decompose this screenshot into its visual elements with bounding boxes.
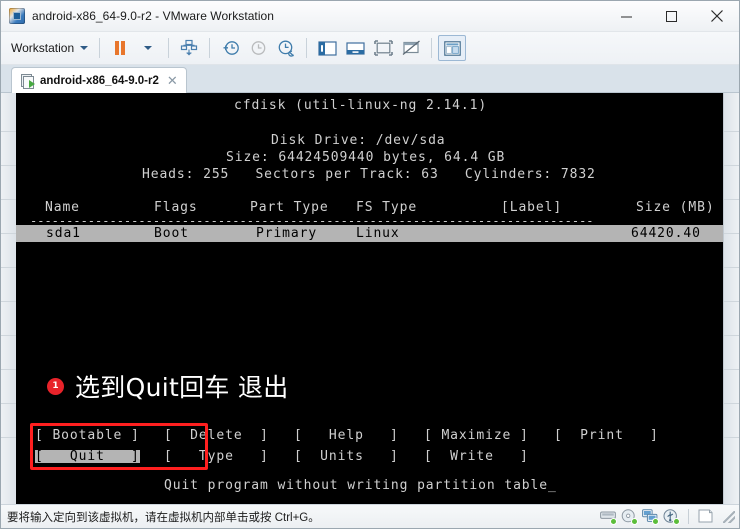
partition-part-type: Primary: [256, 226, 318, 241]
close-icon: [710, 10, 723, 22]
workstation-menu-button[interactable]: Workstation: [7, 38, 93, 58]
toolbar-separator: [99, 38, 101, 58]
main-toolbar: Workstation: [1, 32, 739, 65]
status-message-log-icon[interactable]: [698, 509, 714, 524]
show-thumbnail-bar-button[interactable]: [341, 35, 369, 61]
status-usb-icon[interactable]: [663, 509, 680, 525]
disk-geometry-line: Heads: 255 Sectors per Track: 63 Cylinde…: [142, 167, 596, 182]
menu-item-print[interactable]: [ Print ]: [554, 429, 659, 442]
snapshot-add-icon: [223, 41, 239, 55]
pause-vm-button[interactable]: [106, 35, 134, 61]
snapshot-manager-icon: [181, 39, 198, 56]
annotation-badge: 1: [47, 377, 64, 395]
snapshot-manager-button[interactable]: [272, 35, 300, 61]
thumbnail-bar-icon: [346, 41, 365, 55]
partition-name: sda1: [46, 226, 81, 241]
disk-drive-line: Disk Drive: /dev/sda: [271, 133, 446, 148]
take-snapshot-button[interactable]: [216, 35, 244, 61]
status-message: 要将输入定向到该虚拟机，请在虚拟机内部单击或按 Ctrl+G。: [7, 511, 320, 524]
minimize-button[interactable]: [604, 1, 649, 31]
toolbar-separator: [209, 38, 211, 58]
column-header-label: [Label]: [501, 200, 563, 215]
full-screen-button[interactable]: [369, 35, 397, 61]
console-view-button[interactable]: [438, 35, 467, 61]
column-header-size: Size (MB): [636, 200, 715, 215]
cfdisk-help-line: Quit program without writing partition t…: [164, 478, 557, 493]
close-button[interactable]: [694, 1, 739, 31]
snapshot-wrench-icon: [278, 40, 294, 57]
annotation-step-1: 1 选到Quit回车 退出: [47, 368, 289, 404]
status-device-icons: [600, 509, 735, 525]
vm-tab-android-x86[interactable]: android-x86_64-9.0-r2 ✕: [11, 67, 187, 93]
cfdisk-app-title: cfdisk (util-linux-ng 2.14.1): [234, 98, 488, 113]
maximize-icon: [666, 10, 677, 22]
window-title: android-x86_64-9.0-r2 - VMware Workstati…: [32, 9, 274, 23]
chevron-down-icon: [80, 46, 89, 50]
column-header-flags: Flags: [154, 200, 198, 215]
vm-tab-strip: android-x86_64-9.0-r2 ✕: [1, 65, 739, 93]
menu-item-help[interactable]: [ Help ]: [294, 429, 399, 442]
status-separator: [688, 509, 689, 524]
maximize-button[interactable]: [649, 1, 694, 31]
resize-grip[interactable]: [723, 510, 735, 523]
manage-snapshots-button[interactable]: [175, 35, 203, 61]
toolbar-separator: [306, 38, 308, 58]
annotation-highlight-box-quit: [30, 423, 208, 470]
window-controls: [604, 1, 739, 31]
vmware-workstation-window: android-x86_64-9.0-r2 - VMware Workstati…: [0, 0, 740, 529]
partition-size: 64420.40: [631, 226, 701, 241]
sidebar-panel-icon: [318, 40, 337, 56]
vm-console-area[interactable]: cfdisk (util-linux-ng 2.14.1) Disk Drive…: [1, 93, 739, 504]
menu-item-write[interactable]: [ Write ]: [424, 450, 529, 463]
annotation-text: 选到Quit回车 退出: [75, 373, 289, 402]
close-icon[interactable]: ✕: [165, 74, 180, 87]
minimize-icon: [621, 16, 632, 17]
chevron-down-icon: [144, 46, 153, 50]
status-bar: 要将输入定向到该虚拟机，请在虚拟机内部单击或按 Ctrl+G。: [1, 504, 739, 528]
menu-item-maximize[interactable]: [ Maximize ]: [424, 429, 529, 442]
status-harddisk-icon[interactable]: [600, 509, 617, 525]
vmware-logo-icon: [9, 8, 25, 24]
partition-row-sda1[interactable]: sda1 Boot Primary Linux 64420.40: [16, 225, 723, 242]
disk-size-line: Size: 64424509440 bytes, 64.4 GB: [226, 150, 506, 165]
workstation-menu-label: Workstation: [11, 41, 75, 55]
column-header-fs-type: FS Type: [356, 200, 418, 215]
power-dropdown-button[interactable]: [134, 35, 162, 61]
menu-item-units[interactable]: [ Units ]: [294, 450, 399, 463]
toolbar-separator: [168, 38, 170, 58]
vm-left-rail: [1, 93, 17, 504]
column-header-name: Name: [45, 200, 80, 215]
column-header-part-type: Part Type: [250, 200, 329, 215]
show-library-button[interactable]: [313, 35, 341, 61]
pause-icon: [115, 41, 126, 55]
console-view-icon: [443, 40, 461, 56]
snapshot-revert-icon: [251, 41, 265, 55]
partition-fs-type: Linux: [356, 226, 400, 241]
vm-tab-icon: [20, 73, 35, 89]
partition-flags: Boot: [154, 226, 189, 241]
revert-snapshot-button[interactable]: [244, 35, 272, 61]
toolbar-separator: [431, 38, 433, 58]
vm-tab-label: android-x86_64-9.0-r2: [40, 74, 159, 87]
window-titlebar: android-x86_64-9.0-r2 - VMware Workstati…: [1, 1, 739, 32]
vm-right-rail: [723, 93, 739, 504]
fullscreen-icon: [373, 40, 393, 56]
cfdisk-terminal[interactable]: cfdisk (util-linux-ng 2.14.1) Disk Drive…: [16, 93, 723, 504]
status-cdrom-icon[interactable]: [621, 509, 638, 525]
status-network-icon[interactable]: [642, 509, 659, 525]
unity-mode-icon: [402, 40, 420, 56]
unity-mode-button[interactable]: [397, 35, 425, 61]
